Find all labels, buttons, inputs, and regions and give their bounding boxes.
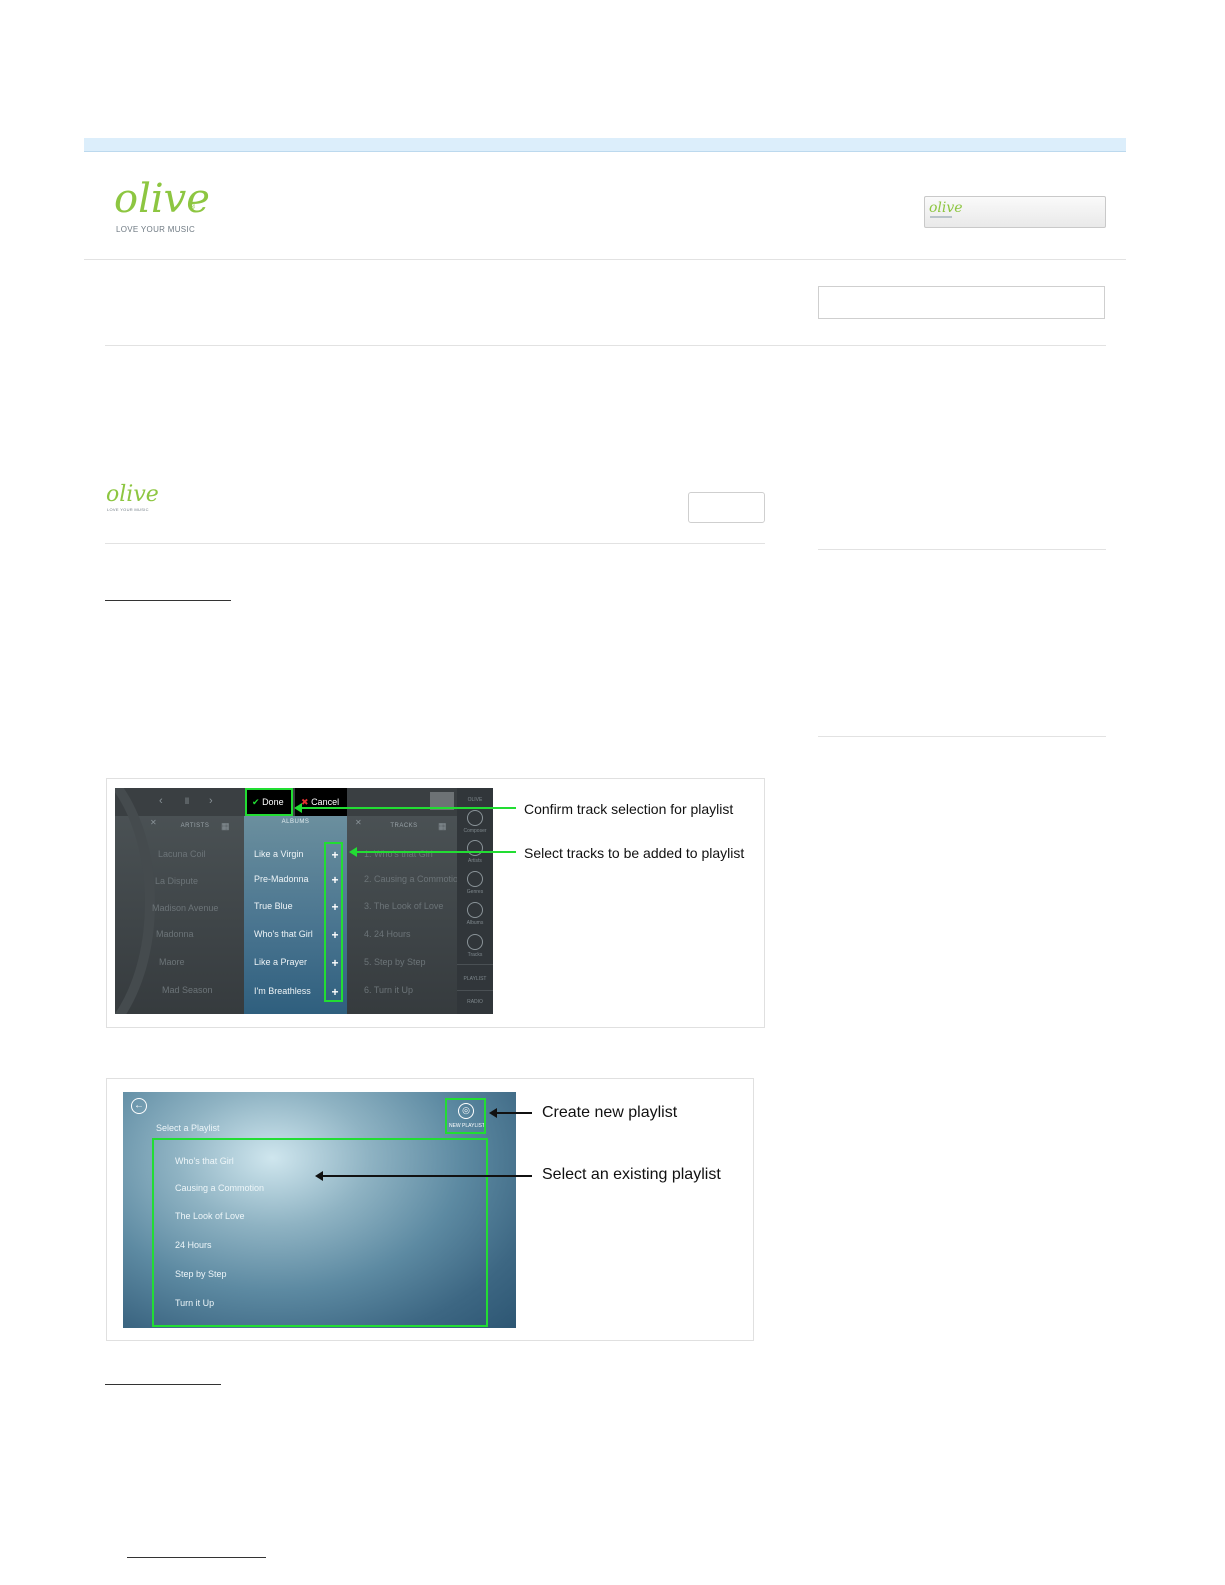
column-header-artists: ARTISTS xyxy=(180,823,210,829)
select-callout-line xyxy=(356,851,516,853)
column-header-tracks: TRACKS xyxy=(390,823,418,829)
cancel-button[interactable]: ✖ Cancel xyxy=(295,788,347,816)
mini-logo-tagline-mark xyxy=(930,216,952,218)
site-logo[interactable]: olive ® LOVE YOUR MUSIC xyxy=(114,176,224,238)
plus-column-highlight xyxy=(324,842,343,1002)
confirm-callout-line xyxy=(300,807,516,809)
new-playlist-highlight xyxy=(445,1098,486,1134)
album-row[interactable]: Like a Prayer xyxy=(254,957,307,967)
sidebar-item-playlist[interactable]: PLAYLIST xyxy=(457,976,493,982)
sidebar-separator xyxy=(457,964,493,965)
header-button[interactable]: olive xyxy=(924,196,1106,228)
inner-logo-tagline: LOVE YOUR MUSIC xyxy=(107,507,149,512)
annotation-create-playlist: Create new playlist xyxy=(542,1104,678,1121)
player-sidebar: OLIVE Composer Artists Genres Albums Tra… xyxy=(457,788,493,1014)
grid-icon[interactable]: ▦ xyxy=(438,821,447,832)
album-row[interactable]: True Blue xyxy=(254,901,293,911)
content-divider xyxy=(105,345,1106,346)
cancel-label: Cancel xyxy=(311,797,340,807)
inner-header-button[interactable] xyxy=(688,492,765,523)
prev-icon[interactable]: ‹ xyxy=(159,795,163,807)
annotation-select-tracks: Select tracks to be added to playlist xyxy=(524,845,745,861)
artist-row[interactable]: La Dispute xyxy=(155,876,198,886)
playlist-list-highlight xyxy=(152,1138,488,1327)
header-divider xyxy=(84,259,1126,260)
inner-logo[interactable]: olive LOVE YOUR MUSIC xyxy=(106,482,166,516)
footer-link-underline[interactable] xyxy=(127,1557,266,1558)
album-row[interactable]: Who's that Girl xyxy=(254,929,313,939)
track-row[interactable]: 6. Turn it Up xyxy=(364,985,413,995)
track-row[interactable]: 5. Step by Step xyxy=(364,957,426,967)
track-row[interactable]: 2. Causing a Commotion xyxy=(364,874,463,884)
inner-divider xyxy=(105,543,765,544)
existing-arrowhead xyxy=(315,1171,323,1181)
music-note-icon[interactable] xyxy=(467,934,483,950)
annotation-existing-playlist: Select an existing playlist xyxy=(542,1166,721,1183)
checkmark-icon: ✔ xyxy=(252,797,260,807)
artist-row[interactable]: Madonna xyxy=(156,929,194,939)
annotation-confirm: Confirm track selection for playlist xyxy=(524,801,734,817)
sidebar-top-label: OLIVE xyxy=(467,797,483,803)
screenshot-track-selection: ‹ ll › ARTISTS ▦ ✕ Lacuna Coil La Disput… xyxy=(115,788,493,1014)
done-label: Done xyxy=(262,797,284,807)
logo-registered-mark: ® xyxy=(190,204,196,211)
section-link-underline-1[interactable] xyxy=(105,600,231,601)
next-icon[interactable]: › xyxy=(209,795,213,807)
close-icon[interactable]: ✕ xyxy=(150,818,157,827)
sidebar-separator xyxy=(457,990,493,991)
create-callout-line xyxy=(496,1112,532,1114)
sidebar-divider-2 xyxy=(818,736,1106,737)
sidebar-item-radio[interactable]: RADIO xyxy=(457,999,493,1005)
sidebar-item-tracks[interactable]: Tracks xyxy=(457,952,493,958)
top-bar xyxy=(84,138,1126,152)
mini-logo-icon: olive xyxy=(929,200,963,216)
artists-icon[interactable] xyxy=(467,840,483,856)
track-row[interactable]: 4. 24 Hours xyxy=(364,929,411,939)
confirm-arrowhead xyxy=(294,803,302,813)
sidebar-item-artists[interactable]: Artists xyxy=(457,858,493,864)
artist-row[interactable]: Maore xyxy=(159,957,185,967)
inner-logo-wordmark: olive xyxy=(106,482,159,507)
album-row[interactable]: I'm Breathless xyxy=(254,986,311,996)
search-input[interactable] xyxy=(818,286,1105,319)
select-playlist-title: Select a Playlist xyxy=(156,1123,220,1133)
artist-row[interactable]: Madison Avenue xyxy=(152,903,218,913)
logo-wordmark: olive xyxy=(114,176,210,222)
artist-row[interactable]: Lacuna Coil xyxy=(158,849,206,859)
close-icon[interactable]: ✕ xyxy=(355,818,362,827)
select-arrowhead xyxy=(349,847,357,857)
screenshot-select-playlist: ← Select a Playlist ◎ NEW PLAYLIST Who's… xyxy=(123,1092,516,1328)
grid-icon[interactable]: ▦ xyxy=(221,821,230,832)
artist-row[interactable]: Mad Season xyxy=(162,985,213,995)
sidebar-item-composer[interactable]: Composer xyxy=(457,828,493,834)
sidebar-item-genres[interactable]: Genres xyxy=(457,889,493,895)
sidebar-item-albums[interactable]: Albums xyxy=(457,920,493,926)
album-row[interactable]: Like a Virgin xyxy=(254,849,303,859)
composer-icon[interactable] xyxy=(467,810,483,826)
section-link-underline-2[interactable] xyxy=(105,1384,221,1385)
existing-callout-line xyxy=(322,1175,532,1177)
logo-tagline: LOVE YOUR MUSIC xyxy=(116,225,196,234)
back-arrow-icon[interactable]: ← xyxy=(131,1098,147,1114)
track-row[interactable]: 3. The Look of Love xyxy=(364,901,443,911)
albums-icon[interactable] xyxy=(467,902,483,918)
genres-icon[interactable] xyxy=(467,871,483,887)
column-header-albums: ALBUMS xyxy=(281,819,310,825)
album-row[interactable]: Pre-Madonna xyxy=(254,874,309,884)
done-button[interactable]: ✔ Done xyxy=(245,788,293,816)
sidebar-divider-1 xyxy=(818,549,1106,550)
create-arrowhead xyxy=(489,1108,497,1118)
pause-icon[interactable]: ll xyxy=(185,796,189,806)
alphabet-dial[interactable] xyxy=(115,788,155,1014)
x-icon: ✖ xyxy=(301,797,309,807)
